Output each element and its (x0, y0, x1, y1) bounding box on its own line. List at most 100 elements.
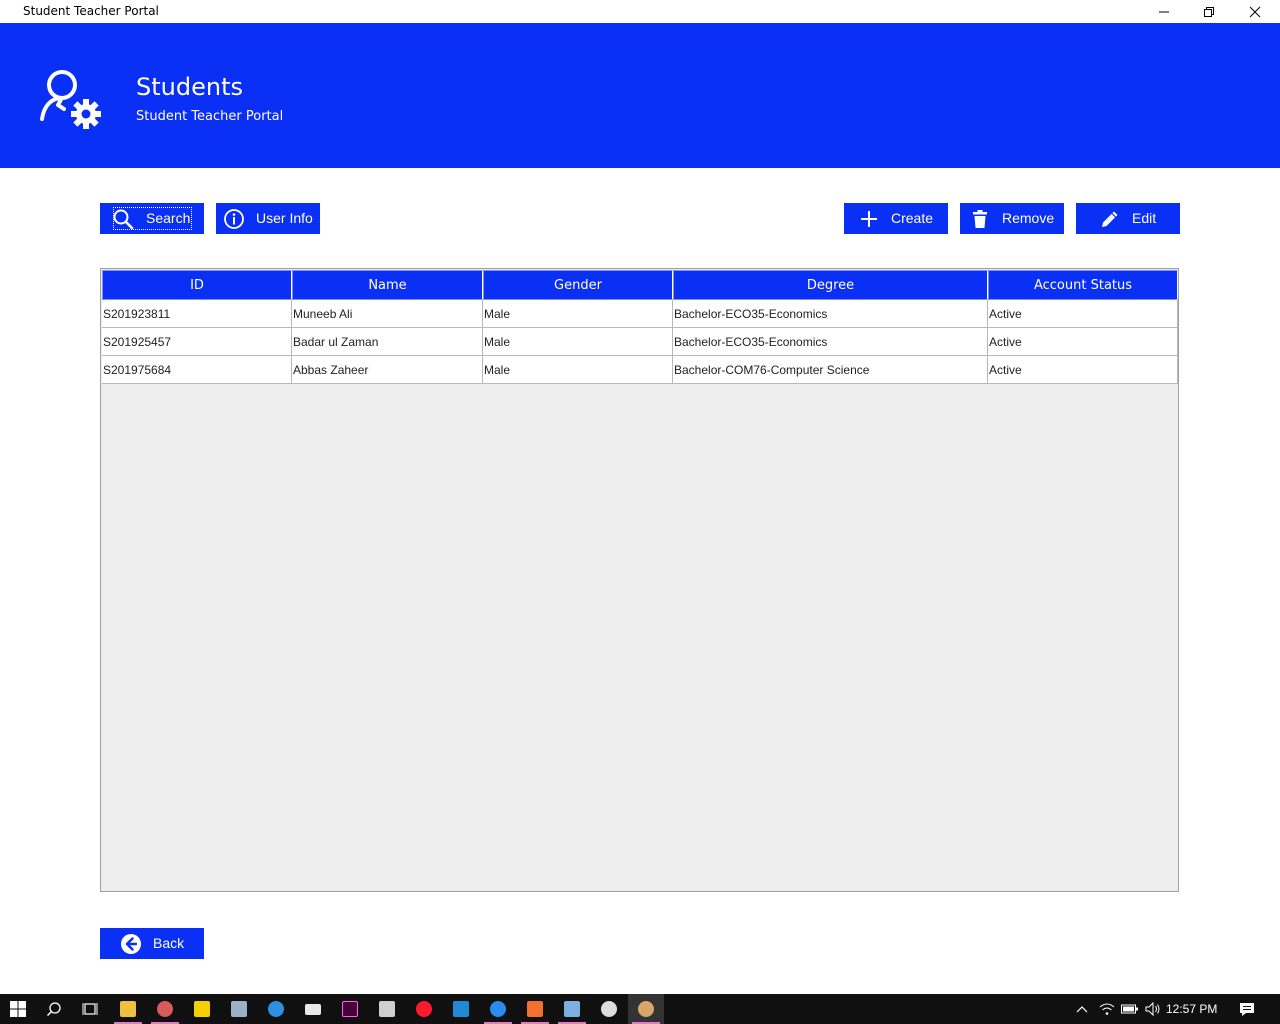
close-icon (1249, 6, 1261, 17)
restore-icon (1204, 6, 1214, 17)
vscode-button[interactable] (443, 994, 479, 1024)
edit-button-label: Edit (1132, 210, 1157, 226)
page-subtitle: Student Teacher Portal (136, 109, 284, 124)
store-icon (379, 1001, 395, 1017)
trash-icon (973, 210, 987, 228)
taskbar-search-button[interactable] (36, 994, 72, 1024)
cell-degree: Bachelor-ECO35-Economics (673, 328, 988, 356)
plus-icon (861, 211, 877, 227)
cell-account-status: Active (988, 300, 1178, 328)
close-button[interactable] (1232, 0, 1278, 23)
info-icon (224, 209, 244, 229)
virtualbox-button[interactable] (554, 994, 590, 1024)
virtualbox-icon (564, 1001, 580, 1017)
column-header-degree[interactable]: Degree (673, 270, 988, 300)
adobe-xd-icon (342, 1001, 358, 1017)
photos-button[interactable] (221, 994, 257, 1024)
page-header: Students Student Teacher Portal (0, 23, 1280, 168)
notifications-icon (1240, 1002, 1254, 1016)
volume-icon (1145, 1002, 1160, 1016)
app-button[interactable] (591, 994, 627, 1024)
file-explorer-icon (120, 1001, 136, 1017)
back-button[interactable]: Back (100, 928, 204, 959)
column-header-account-status[interactable]: Account Status (988, 270, 1178, 300)
page-title: Students (136, 73, 243, 101)
java-app-button[interactable] (628, 994, 664, 1024)
cell-gender: Male (483, 300, 673, 328)
adobe-xd-button[interactable] (332, 994, 368, 1024)
back-button-label: Back (153, 935, 185, 951)
cell-gender: Male (483, 356, 673, 384)
battery-icon (1121, 1004, 1138, 1014)
cell-id: S201975684 (102, 356, 292, 384)
minimize-icon (1159, 11, 1169, 12)
edge-button[interactable] (258, 994, 294, 1024)
cell-degree: Bachelor-ECO35-Economics (673, 300, 988, 328)
cell-gender: Male (483, 328, 673, 356)
cell-account-status: Active (988, 356, 1178, 384)
column-header-id[interactable]: ID (102, 270, 292, 300)
remove-button[interactable]: Remove (960, 203, 1064, 234)
tray-overflow-button[interactable] (1072, 994, 1092, 1024)
action-center-button[interactable] (1236, 994, 1258, 1024)
sticky-notes-icon (194, 1001, 210, 1017)
user-settings-icon (40, 70, 101, 129)
cell-name: Muneeb Ali (292, 300, 483, 328)
chevron-up-icon (1076, 1006, 1088, 1013)
network-button[interactable] (1097, 994, 1117, 1024)
java-app-icon (638, 1001, 654, 1017)
task-view-icon (82, 1003, 98, 1015)
window-title: Student Teacher Portal (23, 4, 159, 18)
column-header-name[interactable]: Name (292, 270, 483, 300)
sticky-notes-button[interactable] (184, 994, 220, 1024)
create-button-label: Create (891, 210, 934, 226)
column-header-gender[interactable]: Gender (483, 270, 673, 300)
cell-id: S201925457 (102, 328, 292, 356)
edit-button[interactable]: Edit (1076, 203, 1180, 234)
cell-degree: Bachelor-COM76-Computer Science (673, 356, 988, 384)
cell-id: S201923811 (102, 300, 292, 328)
paint-icon (157, 1001, 173, 1017)
wifi-icon (1099, 1003, 1115, 1015)
opera-button[interactable] (406, 994, 442, 1024)
mail-button[interactable] (295, 994, 331, 1024)
search-icon (46, 1002, 61, 1017)
remove-button-label: Remove (1002, 210, 1055, 226)
arrow-left-icon (121, 934, 141, 954)
cell-account-status: Active (988, 328, 1178, 356)
firefox-icon (490, 1001, 506, 1017)
xampp-icon (527, 1001, 543, 1017)
pencil-icon (1102, 211, 1118, 227)
app-icon (601, 1001, 617, 1017)
vscode-icon (453, 1001, 469, 1017)
taskbar-clock[interactable]: 12:57 PM (1166, 1002, 1217, 1016)
cell-name: Badar ul Zaman (292, 328, 483, 356)
volume-button[interactable] (1143, 994, 1163, 1024)
file-explorer-button[interactable] (110, 994, 146, 1024)
table-body: S201923811 Muneeb Ali Male Bachelor-ECO3… (102, 300, 1178, 384)
window-titlebar: Student Teacher Portal (0, 0, 1280, 23)
search-button-label: Search (146, 210, 191, 226)
search-button[interactable]: Search (100, 203, 204, 234)
table-row[interactable]: S201923811 Muneeb Ali Male Bachelor-ECO3… (102, 300, 1178, 328)
windows-start-button[interactable] (0, 994, 36, 1024)
table-row[interactable]: S201925457 Badar ul Zaman Male Bachelor-… (102, 328, 1178, 356)
user-info-button[interactable]: User Info (216, 203, 320, 234)
table-row[interactable]: S201975684 Abbas Zaheer Male Bachelor-CO… (102, 356, 1178, 384)
cell-name: Abbas Zaheer (292, 356, 483, 384)
table-header: ID Name Gender Degree Account Status (102, 270, 1178, 300)
restore-button[interactable] (1186, 0, 1232, 23)
create-button[interactable]: Create (844, 203, 948, 234)
windows-start-icon (10, 1001, 26, 1017)
students-table[interactable]: ID Name Gender Degree Account Status S20… (100, 268, 1179, 892)
store-button[interactable] (369, 994, 405, 1024)
user-info-button-label: User Info (256, 210, 313, 226)
minimize-button[interactable] (1141, 0, 1187, 23)
xampp-button[interactable] (517, 994, 553, 1024)
battery-button[interactable] (1120, 994, 1140, 1024)
mail-icon (305, 1003, 321, 1015)
paint-button[interactable] (147, 994, 183, 1024)
firefox-button[interactable] (480, 994, 516, 1024)
task-view-button[interactable] (72, 994, 108, 1024)
opera-icon (416, 1001, 432, 1017)
